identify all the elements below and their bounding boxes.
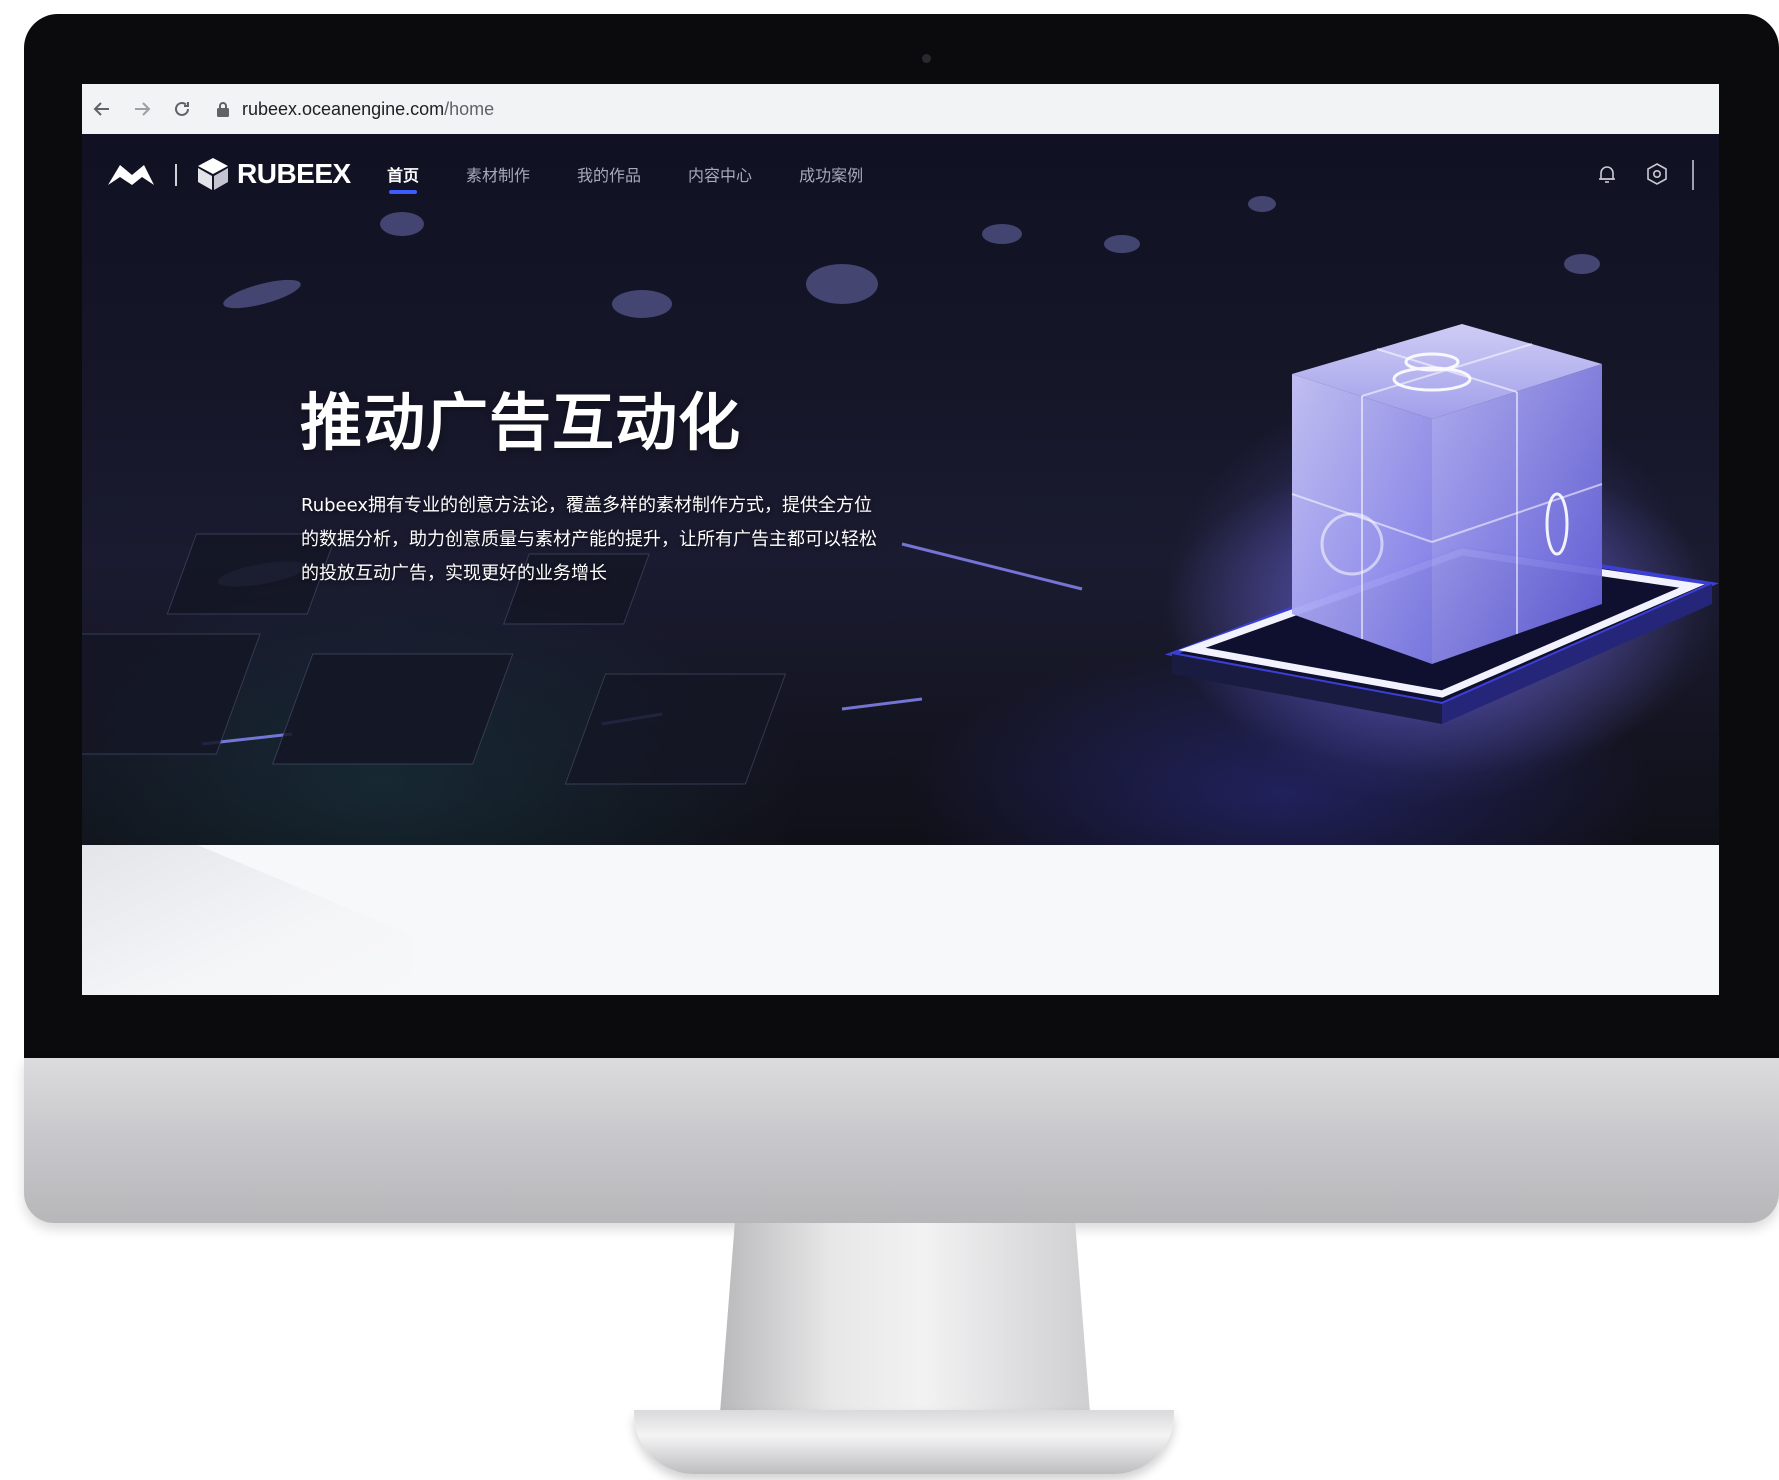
monitor-stand (720, 1223, 1090, 1413)
lock-icon (217, 102, 229, 117)
glowing-cube-chip-illustration (1162, 324, 1719, 774)
header-divider (1692, 160, 1694, 190)
brand-name[interactable]: RUBEEX (237, 158, 351, 190)
address-bar[interactable]: rubeex.oceanengine.com/home (216, 91, 494, 127)
forward-arrow-icon[interactable] (122, 84, 162, 134)
site-header: RUBEEX 首页 素材制作 我的作品 内容中心 成功案例 (82, 134, 1719, 214)
nav-item-content-center[interactable]: 内容中心 (688, 134, 752, 214)
url-path: /home (444, 98, 495, 119)
settings-icon[interactable] (1646, 163, 1668, 185)
main-nav: 首页 素材制作 我的作品 内容中心 成功案例 (387, 134, 910, 214)
browser-toolbar: rubeex.oceanengine.com/home (82, 84, 1719, 135)
hero-description-line: Rubeex拥有专业的创意方法论，覆盖多样的素材制作方式，提供全方位 (301, 495, 873, 516)
oceanengine-logo[interactable] (106, 161, 156, 187)
nav-item-my-works[interactable]: 我的作品 (577, 134, 641, 214)
monitor-chin (24, 1058, 1779, 1223)
hero-banner: RUBEEX 首页 素材制作 我的作品 内容中心 成功案例 推动广告互动化 Ru… (82, 134, 1719, 845)
back-arrow-icon[interactable] (82, 84, 122, 134)
logo-divider (175, 164, 177, 186)
nav-item-home[interactable]: 首页 (387, 134, 419, 214)
rubeex-cube-icon[interactable] (195, 156, 231, 192)
page-content-area (82, 845, 1719, 995)
hero-description-line: 的数据分析，助力创意质量与素材产能的提升，让所有广告主都可以轻松 (301, 529, 877, 550)
screen: rubeex.oceanengine.com/home RUBEEX 首页 素材… (82, 84, 1719, 995)
hero-title: 推动广告互动化 (300, 386, 742, 459)
nav-item-material-production[interactable]: 素材制作 (466, 134, 530, 214)
reload-icon[interactable] (162, 84, 202, 134)
webcam (922, 54, 931, 63)
hero-description: Rubeex拥有专业的创意方法论，覆盖多样的素材制作方式，提供全方位 的数据分析… (301, 489, 941, 591)
hero-description-line: 的投放互动广告，实现更好的业务增长 (301, 563, 607, 584)
nav-item-success-cases[interactable]: 成功案例 (799, 134, 863, 214)
url-host: rubeex.oceanengine.com (242, 98, 445, 119)
bell-icon[interactable] (1596, 163, 1618, 185)
monitor-stand-base (634, 1410, 1174, 1474)
